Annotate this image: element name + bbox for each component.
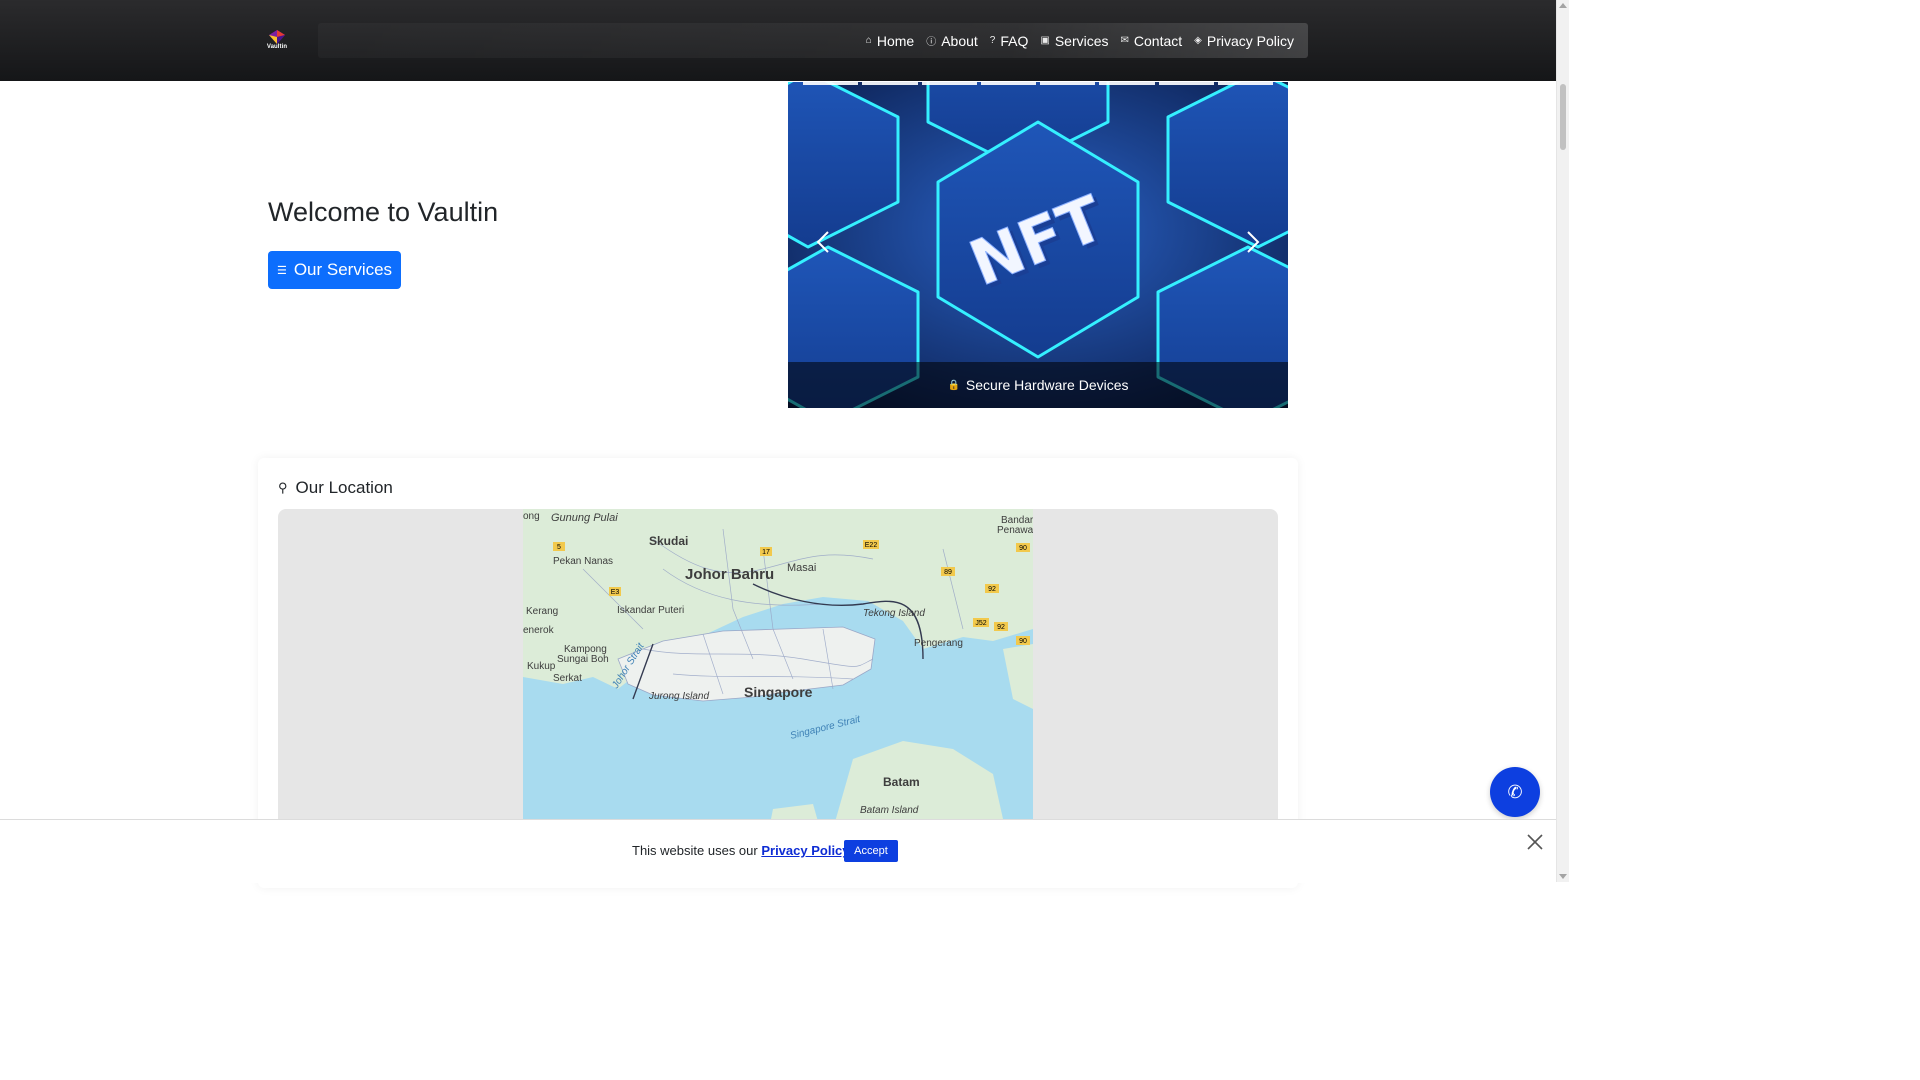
map-label-batam: Batam (883, 775, 920, 789)
our-services-button[interactable]: ☰ Our Services (268, 251, 401, 289)
map-label-jurong-island: Jurong Island (648, 691, 709, 702)
brand-name: Vaultin (266, 44, 288, 50)
carousel-indicator[interactable] (803, 82, 859, 85)
cookie-consent-bar: This website uses our Privacy Policy. Ac… (0, 819, 1556, 883)
cookie-message: This website uses our Privacy Policy. (632, 843, 853, 858)
envelope-icon: ✉ (1120, 35, 1129, 46)
road-badge-92b: 92 (997, 624, 1005, 631)
map-label-singapore: Singapore (744, 684, 813, 700)
carousel-caption: 🔒 Secure Hardware Devices (788, 362, 1288, 408)
chevron-left-icon (816, 231, 829, 253)
chat-icon: ✆ (1507, 781, 1523, 802)
road-badge-90a: 90 (1019, 545, 1027, 552)
map-marker-icon: ⚲ (278, 480, 288, 495)
brand-logo[interactable]: Vaultin (262, 28, 292, 54)
nav-privacy-policy[interactable]: ◈ Privacy Policy (1188, 23, 1300, 58)
nav-faq-label: FAQ (1000, 32, 1029, 49)
nav-faq[interactable]: ? FAQ (984, 23, 1035, 58)
map-label-kerang: Kerang (526, 606, 558, 617)
road-badge-17: 17 (762, 549, 770, 556)
nav-about[interactable]: ⓘ About (920, 23, 984, 58)
location-title: ⚲ Our Location (278, 478, 393, 498)
map-label-serkat: Serkat (553, 673, 582, 684)
map-label-ong: ong (523, 511, 540, 522)
carousel-indicator[interactable] (921, 82, 977, 85)
nav-links: ⌂ Home ⓘ About ? FAQ ▣ Services ✉ Contact ◈ Pr… (860, 23, 1300, 58)
map-label-skudai: Skudai (649, 534, 688, 548)
scroll-thumb[interactable] (1560, 84, 1566, 150)
carousel-indicator[interactable] (1040, 82, 1096, 85)
carousel-indicators (803, 82, 1273, 85)
carousel-caption-text: Secure Hardware Devices (965, 377, 1129, 393)
location-title-text: Our Location (295, 478, 393, 497)
nav-services-label: Services (1054, 32, 1109, 49)
carousel-indicator[interactable] (1217, 82, 1273, 85)
nav-panel: ⌂ Home ⓘ About ? FAQ ▣ Services ✉ Contact ◈ Pr… (318, 23, 1308, 58)
nav-privacy-label: Privacy Policy (1206, 32, 1294, 49)
map-label-batam-island: Batam Island (860, 805, 919, 816)
map-label-sungai-boh: Sungai Boh (557, 654, 609, 665)
lock-icon: 🔒 (947, 379, 960, 391)
map-label-tekong-island: Tekong Island (863, 608, 925, 619)
nav-contact[interactable]: ✉ Contact (1115, 23, 1189, 58)
list-icon: ☰ (276, 264, 287, 277)
road-badge-5: 5 (557, 544, 561, 551)
shield-icon: ◈ (1194, 35, 1202, 46)
accept-button[interactable]: Accept (844, 840, 898, 862)
nav-contact-label: Contact (1133, 32, 1183, 49)
road-badge-92a: 92 (988, 586, 996, 593)
map-label-iskandar-puteri: Iskandar Puteri (617, 605, 684, 616)
map-label-pekan-nanas: Pekan Nanas (553, 556, 613, 567)
map-label-kukup: Kukup (527, 661, 556, 672)
road-badge-90b: 90 (1019, 638, 1027, 645)
home-icon: ⌂ (865, 35, 872, 46)
road-badge-89: 89 (944, 569, 952, 576)
briefcase-icon: ▣ (1040, 35, 1050, 46)
nav-home-label: Home (876, 32, 915, 49)
map-label-nerok: enerok (523, 625, 555, 636)
map-label-pengerang: Pengerang (914, 638, 963, 649)
carousel-next-button[interactable] (1232, 222, 1272, 262)
navbar: Vaultin ⌂ Home ⓘ About ? FAQ ▣ Services ✉ Con… (0, 0, 1556, 81)
cookie-text-before: This website uses our (632, 843, 762, 858)
carousel-prev-button[interactable] (804, 222, 844, 262)
cookie-privacy-link[interactable]: Privacy Policy (761, 843, 849, 858)
nav-about-label: About (941, 32, 978, 49)
cookie-close-button[interactable] (1525, 832, 1545, 852)
map-label-penawa: Penawa (997, 525, 1033, 536)
info-icon: ⓘ (926, 37, 937, 48)
map-label-masai: Masai (787, 562, 816, 574)
hero-title: Welcome to Vaultin (268, 197, 499, 227)
nft-hexagon-image: NFT NFT (788, 82, 1288, 408)
chevron-right-icon (1247, 231, 1260, 253)
carousel-indicator[interactable] (980, 82, 1036, 85)
road-badge-j52: J52 (975, 620, 986, 627)
scroll-down-arrow[interactable] (1559, 874, 1567, 879)
nav-home[interactable]: ⌂ Home (860, 23, 920, 58)
nav-services[interactable]: ▣ Services (1034, 23, 1114, 58)
page-scrollbar[interactable] (1556, 0, 1569, 882)
image-carousel[interactable]: NFT NFT 🔒 Secure Hardware Devices (788, 82, 1288, 408)
carousel-indicator[interactable] (1099, 82, 1155, 85)
scroll-up-arrow[interactable] (1559, 3, 1567, 8)
road-badge-e22: E22 (865, 542, 878, 549)
map-label-johor-bahru: Johor Bahru (685, 566, 774, 583)
carousel-indicator[interactable] (1158, 82, 1214, 85)
road-badge-e3: E3 (611, 589, 620, 596)
map-label-gunung-pulai: Gunung Pulai (551, 512, 618, 524)
question-icon: ? (989, 35, 996, 46)
our-services-label: Our Services (293, 260, 393, 279)
carousel-indicator[interactable] (862, 82, 918, 85)
close-icon (1527, 834, 1543, 850)
chat-button[interactable]: ✆ (1490, 767, 1540, 817)
